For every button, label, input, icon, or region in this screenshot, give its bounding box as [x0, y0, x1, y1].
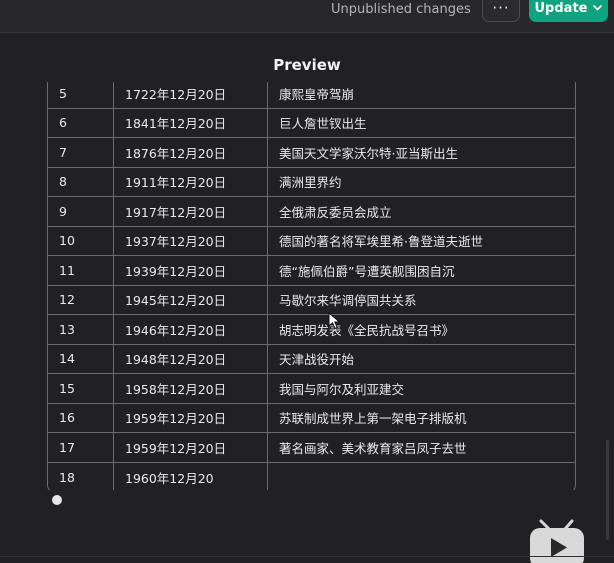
event-cell: 天津战役开始	[279, 352, 355, 368]
table-row: 8 1911年12月20日 满洲里界约	[48, 167, 575, 197]
row-number-cell: 11	[48, 256, 114, 285]
table-row: 17 1959年12月20日 著名画家、美术教育家吕凤子去世	[48, 433, 575, 463]
table-row: 11 1939年12月20日 德“施佩伯爵”号遭英舰围困自沉	[48, 256, 575, 286]
date-cell: 1960年12月20	[114, 462, 268, 490]
table-row: 14 1948年12月20日 天津战役开始	[48, 344, 575, 374]
date-cell: 1841年12月20日	[114, 108, 268, 137]
events-table: 5 1722年12月20日 康熙皇帝驾崩 6 1841年12月20日 巨人詹世钗出生 7 18…	[47, 82, 576, 490]
event-cell: 我国与阿尔及利亚建交	[279, 381, 405, 397]
row-number-cell: 14	[48, 344, 114, 373]
table-row: 10 1937年12月20日 德国的著名将军埃里希·鲁登道夫逝世	[48, 226, 575, 256]
update-button-label: Update	[534, 0, 588, 16]
event-cell: 胡志明发表《全民抗战号召书》	[279, 322, 455, 338]
row-number-cell: 18	[48, 462, 114, 490]
date-cell: 1945年12月20日	[114, 285, 268, 314]
table-row: 15 1958年12月20日 我国与阿尔及利亚建交	[48, 374, 575, 404]
row-number-cell: 6	[48, 108, 114, 137]
unpublished-status: Unpublished changes	[331, 2, 471, 17]
row-number-cell: 12	[48, 285, 114, 314]
row-number-cell: 13	[48, 315, 114, 344]
chevron-down-icon	[593, 5, 603, 11]
event-cell: 康熙皇帝驾崩	[279, 86, 355, 102]
preview-title: Preview	[273, 56, 341, 74]
event-cell: 著名画家、美术教育家吕凤子去世	[279, 440, 467, 456]
scroll-indicator-dot	[52, 495, 62, 505]
mouse-cursor-icon	[328, 312, 341, 330]
event-cell: 马歇尔来华调停国共关系	[279, 293, 417, 309]
event-cell: 德“施佩伯爵”号遭英舰围困自沉	[279, 263, 455, 279]
event-cell: 美国天文学家沃尔特·亚当斯出生	[279, 145, 458, 161]
event-cell	[268, 463, 575, 491]
row-number-cell: 8	[48, 167, 114, 196]
ellipsis-icon: ···	[492, 0, 510, 17]
table-row: 12 1945年12月20日 马歇尔来华调停国共关系	[48, 285, 575, 315]
table-row: 13 1946年12月20日 胡志明发表《全民抗战号召书》	[48, 315, 575, 345]
table-scroll-area[interactable]: 5 1722年12月20日 康熙皇帝驾崩 6 1841年12月20日 巨人詹世钗出生 7 18…	[47, 82, 576, 490]
row-number-cell: 16	[48, 403, 114, 432]
row-number-cell: 15	[48, 374, 114, 403]
date-cell: 1946年12月20日	[114, 315, 268, 344]
event-cell: 全俄肃反委员会成立	[279, 204, 392, 220]
row-number-cell: 7	[48, 138, 114, 167]
date-cell: 1917年12月20日	[114, 197, 268, 226]
table-row: 16 1959年12月20日 苏联制成世界上第一架电子排版机	[48, 403, 575, 433]
row-number-cell: 10	[48, 226, 114, 255]
date-cell: 1911年12月20日	[114, 167, 268, 196]
date-cell: 1939年12月20日	[114, 256, 268, 285]
table-row: 18 1960年12月20	[48, 462, 575, 491]
date-cell: 1948年12月20日	[114, 344, 268, 373]
more-options-button[interactable]: ···	[482, 0, 520, 22]
table-row: 9 1917年12月20日 全俄肃反委员会成立	[48, 197, 575, 227]
date-cell: 1958年12月20日	[114, 374, 268, 403]
date-cell: 1876年12月20日	[114, 138, 268, 167]
date-cell: 1937年12月20日	[114, 226, 268, 255]
date-cell: 1959年12月20日	[114, 433, 268, 462]
event-cell: 巨人詹世钗出生	[279, 116, 367, 132]
scrollbar[interactable]	[606, 440, 609, 540]
table-row: 5 1722年12月20日 康熙皇帝驾崩	[48, 82, 575, 109]
row-number-cell: 5	[48, 82, 114, 108]
event-cell: 满洲里界约	[279, 175, 342, 191]
bottom-divider	[0, 556, 614, 557]
table-row: 7 1876年12月20日 美国天文学家沃尔特·亚当斯出生	[48, 138, 575, 168]
row-number-cell: 9	[48, 197, 114, 226]
update-button[interactable]: Update	[529, 0, 608, 22]
top-bar: Unpublished changes ··· Update	[0, 0, 614, 32]
date-cell: 1722年12月20日	[114, 82, 268, 108]
event-cell: 苏联制成世界上第一架电子排版机	[279, 411, 467, 427]
row-number-cell: 17	[48, 433, 114, 462]
event-cell: 德国的著名将军埃里希·鲁登道夫逝世	[279, 234, 483, 250]
table-row: 6 1841年12月20日 巨人詹世钗出生	[48, 108, 575, 138]
date-cell: 1959年12月20日	[114, 403, 268, 432]
